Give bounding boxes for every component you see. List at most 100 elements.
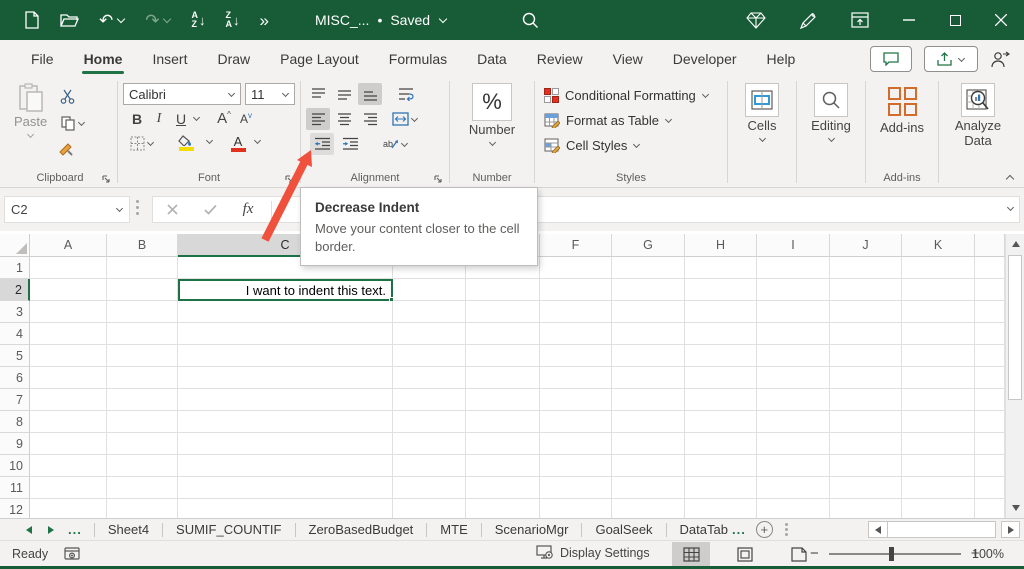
cell-J8[interactable] [830, 411, 902, 433]
column-header-K[interactable]: K [902, 234, 975, 257]
cell-D6[interactable] [393, 367, 466, 389]
cell-H5[interactable] [685, 345, 757, 367]
document-title[interactable]: MISC_... • Saved [315, 12, 447, 28]
fill-color-button[interactable] [169, 132, 203, 154]
vertical-scrollbar[interactable] [1005, 234, 1024, 518]
cell-C12[interactable] [178, 499, 393, 518]
cell-D8[interactable] [393, 411, 466, 433]
scroll-down-button[interactable] [1006, 498, 1024, 518]
people-icon[interactable] [990, 51, 1010, 68]
cell-H4[interactable] [685, 323, 757, 345]
cell-D5[interactable] [393, 345, 466, 367]
cell-H10[interactable] [685, 455, 757, 477]
cell-I3[interactable] [757, 301, 830, 323]
cell-K8[interactable] [902, 411, 975, 433]
cell-E2[interactable] [466, 279, 540, 301]
cell-A6[interactable] [30, 367, 107, 389]
clipboard-dialog-launcher[interactable] [101, 174, 111, 184]
fill-color-chevron-icon[interactable] [206, 138, 213, 145]
undo-button[interactable]: ↶ [99, 12, 125, 29]
cell-G11[interactable] [612, 477, 685, 499]
cell-A7[interactable] [30, 389, 107, 411]
format-painter-button[interactable] [55, 139, 79, 161]
cell-K5[interactable] [902, 345, 975, 367]
decrease-indent-button[interactable] [310, 133, 334, 155]
cell-B1[interactable] [107, 257, 178, 279]
sheet-nav-right-icon[interactable] [48, 526, 54, 534]
ribbon-display-options-icon[interactable] [834, 0, 886, 40]
cell-H6[interactable] [685, 367, 757, 389]
tab-developer[interactable]: Developer [658, 42, 752, 76]
cell-J4[interactable] [830, 323, 902, 345]
cell-H1[interactable] [685, 257, 757, 279]
cell-D10[interactable] [393, 455, 466, 477]
cell-I11[interactable] [757, 477, 830, 499]
align-right-button[interactable] [358, 108, 382, 130]
cell-C4[interactable] [178, 323, 393, 345]
cell-F7[interactable] [540, 389, 612, 411]
cell-D2[interactable] [393, 279, 466, 301]
cell-C5[interactable] [178, 345, 393, 367]
comments-button[interactable] [870, 46, 912, 72]
zoom-out-button[interactable]: − [806, 545, 823, 562]
premium-diamond-icon[interactable] [730, 0, 782, 40]
select-all-corner[interactable] [0, 234, 30, 257]
undo-chevron-icon[interactable] [116, 16, 125, 25]
cell-partial-2[interactable] [975, 279, 1005, 301]
cell-K2[interactable] [902, 279, 975, 301]
column-header-F[interactable]: F [540, 234, 612, 257]
cell-B11[interactable] [107, 477, 178, 499]
sheet-tab-goalseek[interactable]: GoalSeek [582, 522, 665, 537]
cell-G4[interactable] [612, 323, 685, 345]
cell-C9[interactable] [178, 433, 393, 455]
macro-record-icon[interactable] [64, 547, 80, 560]
zoom-slider[interactable] [829, 546, 961, 562]
cell-J5[interactable] [830, 345, 902, 367]
cell-A3[interactable] [30, 301, 107, 323]
cell-I4[interactable] [757, 323, 830, 345]
column-header-A[interactable]: A [30, 234, 107, 257]
increase-indent-button[interactable] [338, 133, 362, 155]
cell-D7[interactable] [393, 389, 466, 411]
cell-K7[interactable] [902, 389, 975, 411]
column-header-I[interactable]: I [757, 234, 830, 257]
row-header-8[interactable]: 8 [0, 411, 30, 433]
cell-A8[interactable] [30, 411, 107, 433]
scroll-up-button[interactable] [1006, 234, 1024, 254]
row-header-9[interactable]: 9 [0, 433, 30, 455]
zoom-percentage[interactable]: 100% [972, 547, 1004, 561]
cell-I6[interactable] [757, 367, 830, 389]
cell-partial-9[interactable] [975, 433, 1005, 455]
cell-D9[interactable] [393, 433, 466, 455]
cell-I7[interactable] [757, 389, 830, 411]
cell-D11[interactable] [393, 477, 466, 499]
hidden-sheets-left-indicator[interactable]: ... [68, 522, 82, 537]
cell-D3[interactable] [393, 301, 466, 323]
row-header-12[interactable]: 12 [0, 499, 30, 518]
orientation-button[interactable]: ab [378, 133, 412, 155]
italic-button[interactable]: I [149, 111, 169, 127]
cell-G3[interactable] [612, 301, 685, 323]
cell-partial-5[interactable] [975, 345, 1005, 367]
minimize-button[interactable] [886, 0, 932, 40]
cell-D4[interactable] [393, 323, 466, 345]
open-file-icon[interactable] [60, 12, 79, 28]
cell-partial-8[interactable] [975, 411, 1005, 433]
vertical-scroll-thumb[interactable] [1008, 255, 1022, 400]
underline-button[interactable]: U [171, 111, 191, 127]
cell-E11[interactable] [466, 477, 540, 499]
row-header-2[interactable]: 2 [0, 279, 30, 301]
font-size-combo[interactable]: 11 [245, 83, 295, 105]
save-status-chevron-icon[interactable] [438, 16, 447, 25]
cell-F11[interactable] [540, 477, 612, 499]
cell-E12[interactable] [466, 499, 540, 518]
sort-descending-button[interactable]: ZA ↓ [226, 11, 240, 30]
cell-K6[interactable] [902, 367, 975, 389]
cell-A12[interactable] [30, 499, 107, 518]
sheet-tab-sumif-countif[interactable]: SUMIF_COUNTIF [163, 522, 294, 537]
cell-C2[interactable]: I want to indent this text. [178, 279, 393, 301]
cell-B9[interactable] [107, 433, 178, 455]
cell-H9[interactable] [685, 433, 757, 455]
cell-G8[interactable] [612, 411, 685, 433]
editing-button[interactable]: Editing [800, 83, 862, 143]
